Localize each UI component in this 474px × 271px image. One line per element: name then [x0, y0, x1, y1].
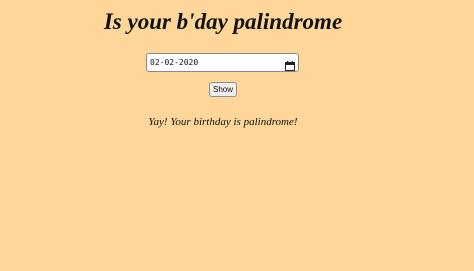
page-title: Is your b'day palindrome	[103, 9, 343, 34]
result-message: Yay! Your birthday is palindrome!	[148, 116, 298, 128]
calendar-icon[interactable]	[285, 58, 295, 71]
date-input-value[interactable]: 02-02-2020	[150, 58, 285, 67]
date-input[interactable]: 02-02-2020	[146, 53, 299, 72]
show-button[interactable]: Show	[209, 82, 237, 97]
